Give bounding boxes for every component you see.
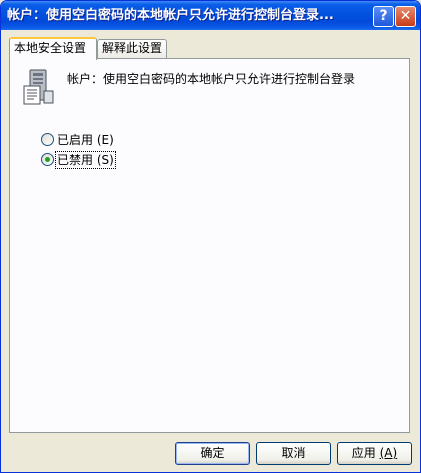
apply-hotkey: (A) [379,446,398,460]
policy-description: 帐户：使用空白密码的本地帐户只允许进行控制台登录 [67,72,356,86]
title-bar[interactable]: 帐户：使用空白密码的本地帐户只允许进行控制台登录... ? ✕ [1,1,420,30]
tab-explain-setting[interactable]: 解释此设置 [97,39,167,58]
radio-enabled-label[interactable]: 已启用 (E) [56,132,115,148]
policy-properties-dialog: 帐户：使用空白密码的本地帐户只允许进行控制台登录... ? ✕ 本地安全设置 解… [0,0,421,473]
computer-policy-icon [23,69,54,105]
cancel-button[interactable]: 取消 [256,442,331,465]
radio-disabled-circle[interactable] [41,153,54,166]
dialog-client-area: 本地安全设置 解释此设置 帐户：使用空白密码的本地帐户只允许进行控制台登录 已启… [4,30,417,470]
tab-local-security-setting[interactable]: 本地安全设置 [9,37,97,60]
radio-enabled-hotkey: (E) [96,133,114,147]
radio-selected-dot [45,157,50,162]
radio-disabled-hotkey: (S) [96,153,114,167]
window-title: 帐户：使用空白密码的本地帐户只允许进行控制台登录... [7,8,334,23]
ok-button[interactable]: 确定 [175,442,250,465]
radio-enabled-circle[interactable] [41,133,54,146]
radio-disabled-label[interactable]: 已禁用 (S) [55,151,116,169]
apply-button[interactable]: 应用 (A) [337,442,412,465]
tab-panel: 帐户：使用空白密码的本地帐户只允许进行控制台登录 已启用 (E) 已禁用 (S) [9,58,410,433]
close-button[interactable]: ✕ [395,6,416,27]
help-button[interactable]: ? [373,6,394,27]
apply-label: 应用 [351,446,376,460]
